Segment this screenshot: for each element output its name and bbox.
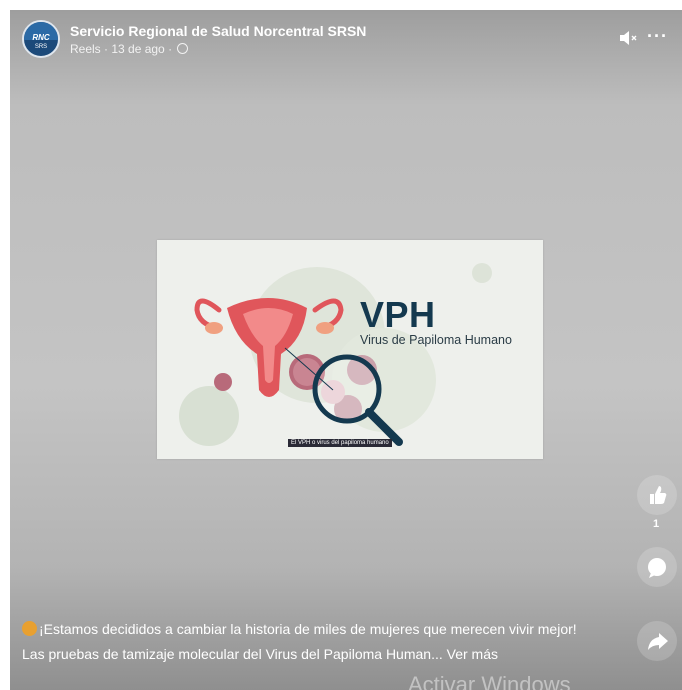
comment-button[interactable]	[637, 547, 677, 587]
emoji-icon	[22, 621, 37, 636]
share-button[interactable]	[637, 621, 677, 661]
video-title: VPH	[360, 294, 436, 335]
see-more-link[interactable]: Ver más	[447, 646, 498, 662]
share-icon	[648, 633, 668, 650]
speaker-muted-icon[interactable]	[618, 28, 640, 48]
vph-illustration	[179, 263, 492, 446]
reel-viewer: RNC SRS Servicio Regional de Salud Norce…	[10, 10, 682, 690]
more-options-button[interactable]: ···	[647, 26, 668, 47]
post-meta: Reels · 13 de ago ·	[70, 42, 189, 56]
page-avatar[interactable]: RNC SRS	[22, 20, 60, 58]
comment-icon	[648, 558, 666, 578]
post-meta-text: Reels · 13 de ago ·	[70, 42, 173, 56]
like-count: 1	[653, 518, 660, 530]
caption-line-2: Las pruebas de tamizaje molecular del Vi…	[22, 646, 498, 662]
video-frame[interactable]: VPH Virus de Papiloma Humano El VPH o vi…	[157, 240, 543, 459]
page-name-link[interactable]: Servicio Regional de Salud Norcentral SR…	[70, 23, 366, 39]
caption-line-1: ¡Estamos decididos a cambiar la historia…	[22, 620, 592, 639]
post-caption: ¡Estamos decididos a cambiar la historia…	[22, 620, 592, 664]
like-button[interactable]	[637, 475, 677, 515]
thumbs-up-icon	[650, 486, 667, 504]
windows-activation-watermark: Activar Windows	[408, 672, 571, 690]
video-caption: El VPH o virus del papiloma humano	[288, 439, 392, 447]
post-header: RNC SRS Servicio Regional de Salud Norce…	[22, 20, 670, 60]
video-subtitle: Virus de Papiloma Humano	[360, 333, 512, 347]
globe-icon	[177, 43, 189, 54]
